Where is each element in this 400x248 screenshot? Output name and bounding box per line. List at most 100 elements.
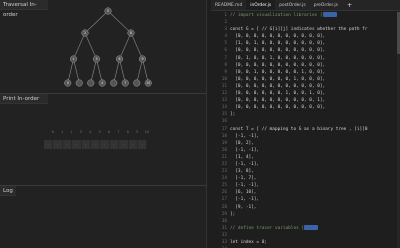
file-tab[interactable]: inOrder.js bbox=[246, 0, 276, 10]
line-text: [6, 10], bbox=[230, 190, 257, 196]
line-number: 25 bbox=[221, 183, 227, 189]
tree-node-label: 8 bbox=[130, 31, 132, 35]
code-line: 1// import visualization libraries { bbox=[211, 12, 400, 19]
code-line: 16 bbox=[211, 118, 400, 125]
code-line: 32 bbox=[211, 232, 400, 239]
array-indices: 0 1 2 3 4 5 6 7 8 9 10 bbox=[48, 130, 151, 135]
line-text: const T = [ // mapping to G as a binary … bbox=[230, 126, 368, 132]
line-number: 17 bbox=[221, 126, 227, 132]
line-text: [0, 1, 0, 0, 1, 0, 0, 0, 0, 0, 0], bbox=[230, 55, 326, 61]
tree-edge bbox=[73, 32, 86, 60]
line-number: 9 bbox=[224, 69, 227, 75]
tree-node bbox=[133, 79, 141, 87]
line-text: let index = 0; bbox=[230, 240, 268, 245]
array-cell: - bbox=[110, 140, 120, 149]
code-line: 9 [0, 0, 1, 0, 0, 0, 0, 0, 1, 0, 0], bbox=[211, 69, 400, 76]
line-text: [-1, -1], bbox=[230, 133, 260, 139]
code-line: 12 [0, 0, 0, 0, 0, 0, 1, 0, 0, 1, 0], bbox=[211, 90, 400, 97]
line-number: 30 bbox=[221, 218, 227, 224]
line-number: 18 bbox=[221, 133, 227, 139]
tree-edge bbox=[142, 58, 149, 84]
code-line: 8 [0, 0, 0, 0, 0, 0, 0, 0, 0, 0, 0], bbox=[211, 62, 400, 69]
line-text: // define tracer variables { bbox=[230, 225, 305, 231]
line-text: [-1, 7], bbox=[230, 176, 257, 182]
line-text: ]; bbox=[230, 112, 236, 118]
line-number: 13 bbox=[221, 98, 227, 104]
tree-node-label: 2 bbox=[84, 31, 86, 35]
code-line: 13 [0, 0, 0, 0, 0, 0, 0, 0, 0, 0, 1], bbox=[211, 97, 400, 104]
tree-edge bbox=[107, 10, 132, 34]
line-text: [-1, -1], bbox=[230, 183, 260, 189]
code-line: 29]; bbox=[211, 211, 400, 218]
line-number: 33 bbox=[221, 240, 227, 245]
array-cell: - bbox=[44, 140, 54, 149]
tree-node-label: 4 bbox=[101, 81, 103, 85]
line-text: [0, 0, 1, 0, 0, 0, 0, 0, 1, 0, 0], bbox=[230, 69, 326, 75]
line-text: [1, 4], bbox=[230, 154, 254, 160]
line-text: ]; bbox=[230, 211, 236, 217]
line-text: [9, -1], bbox=[230, 204, 257, 210]
array-cell: - bbox=[129, 140, 138, 149]
array-index: 4 bbox=[89, 130, 92, 134]
line-text: [0, 0, 0, 0, 0, 0, 0, 0, 0, 0, 0], bbox=[230, 48, 326, 54]
array-cell: - bbox=[53, 140, 63, 149]
tree-node-label: 0 bbox=[67, 81, 69, 85]
array-cell: - bbox=[91, 140, 101, 149]
line-number: 23 bbox=[221, 169, 227, 175]
line-text: [-1, -1], bbox=[230, 147, 260, 153]
code-line: 24 [-1, 7], bbox=[211, 175, 400, 182]
code-line: 31// define tracer variables { bbox=[211, 224, 400, 232]
log-panel-title: Log bbox=[0, 186, 16, 196]
array-index: 0 bbox=[51, 130, 54, 134]
code-line: 33 let index = 0; bbox=[211, 239, 400, 246]
code-line: 5 [1, 0, 1, 0, 0, 0, 0, 0, 0, 0, 0], bbox=[211, 40, 400, 47]
tree-node-label: 6 bbox=[118, 57, 120, 61]
line-number: 7 bbox=[224, 55, 227, 61]
line-number: 4 bbox=[224, 34, 227, 40]
line-text: // import visualization libraries { bbox=[230, 13, 323, 18]
array-cell: - bbox=[82, 140, 91, 149]
array-index: 6 bbox=[107, 130, 111, 134]
code-line: 23 [3, 8], bbox=[211, 168, 400, 175]
line-number: 31 bbox=[221, 225, 227, 231]
code-line: 26 [6, 10], bbox=[211, 189, 400, 196]
tree-node-label: 9 bbox=[141, 57, 143, 61]
line-number: 1 bbox=[224, 13, 227, 18]
line-number: 22 bbox=[221, 161, 227, 167]
line-number: 5 bbox=[224, 41, 227, 47]
add-file-button[interactable]: + bbox=[342, 0, 357, 10]
code-line: 20 [-1, -1], bbox=[211, 147, 400, 154]
file-tab[interactable]: README.md bbox=[211, 0, 246, 10]
line-text: const G = [ // G[i][j] indicates whether… bbox=[230, 27, 368, 33]
print-panel-title: Print In-order bbox=[0, 94, 48, 104]
tree-node-label: 10 bbox=[146, 81, 150, 85]
line-number: 24 bbox=[221, 176, 227, 182]
folded-region-marker[interactable] bbox=[304, 224, 319, 230]
line-text: [0, 0, 0, 0, 0, 0, 0, 0, 0, 0, 0], bbox=[230, 62, 326, 68]
line-number: 21 bbox=[221, 154, 227, 160]
line-number: 15 bbox=[221, 112, 227, 118]
line-text: [0, 0, 0, 0, 0, 0, 0, 0, 0, 0, 0], bbox=[230, 83, 326, 89]
array-index: 3 bbox=[79, 130, 82, 134]
line-number: 10 bbox=[221, 76, 227, 82]
line-text: [0, 0, 0, 0, 0, 0, 0, 0, 0, 0, 1], bbox=[230, 98, 326, 104]
panel-divider[interactable] bbox=[0, 185, 207, 186]
file-tab[interactable]: postOrder.js bbox=[275, 0, 309, 10]
line-number: 14 bbox=[221, 105, 227, 111]
code-line: 7 [0, 1, 0, 0, 1, 0, 0, 0, 0, 0, 0], bbox=[211, 55, 400, 62]
tree-edge bbox=[119, 58, 126, 84]
code-area[interactable]: 1// import visualization libraries { 23 c… bbox=[211, 12, 400, 248]
code-line: 19 [0, 2], bbox=[211, 140, 400, 147]
code-line: 25 [-1, -1], bbox=[211, 182, 400, 189]
code-line: 2 bbox=[211, 19, 400, 26]
line-text: [0, 0, 0, 0, 0, 0, 0, 1, 0, 0, 0], bbox=[230, 76, 326, 82]
code-editor: README.md inOrder.js postOrder.js preOrder.… bbox=[211, 0, 400, 248]
tree-edge bbox=[119, 32, 132, 60]
code-line: 22 [-1, -1], bbox=[211, 161, 400, 168]
file-tab[interactable]: preOrder.js bbox=[310, 0, 342, 10]
line-text: [3, 8], bbox=[230, 169, 254, 175]
folded-region-marker[interactable] bbox=[322, 12, 337, 17]
line-number: 27 bbox=[221, 197, 227, 203]
code-line: 15]; bbox=[211, 111, 400, 118]
array-cell: - bbox=[63, 140, 73, 149]
